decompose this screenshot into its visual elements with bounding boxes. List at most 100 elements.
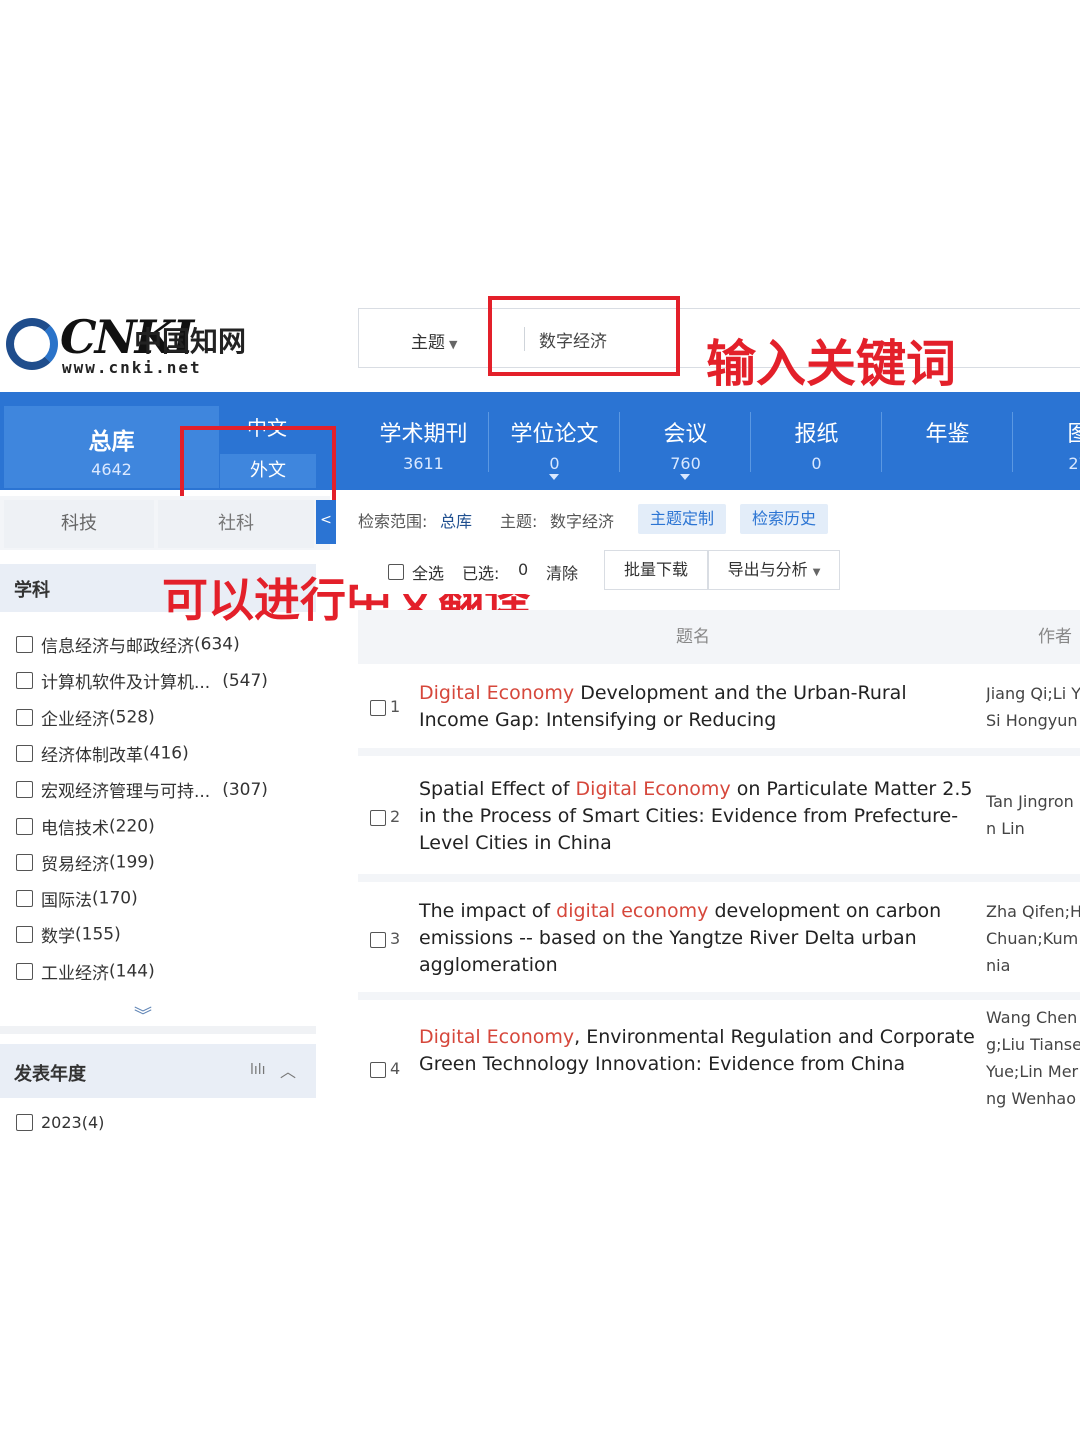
facet-checkbox[interactable] [16,636,33,653]
row-checkbox[interactable] [370,810,386,826]
facet-count: (528) [109,707,155,728]
facet-count: (547) [222,670,268,691]
facet-checkbox[interactable] [16,1114,33,1131]
author-line: Yue;Lin Mer [986,1062,1079,1081]
facet-count: (416) [143,743,189,764]
facet-item[interactable]: 电信技术(220) [16,814,155,844]
clear-button[interactable]: 清除 [546,560,578,584]
globe-icon [6,318,58,370]
nav-tab[interactable]: 报纸 0 [751,392,882,490]
facet-item[interactable]: 国际法(170) [16,886,138,916]
subtab-science[interactable]: 科技 [4,500,154,548]
table-row[interactable]: 2 Spatial Effect of Digital Economy on Pa… [358,748,1080,874]
nav-tab-label: 会议 [663,422,708,447]
caret-down-icon[interactable] [549,474,559,480]
facet-item[interactable]: 计算机软件及计算机... (547) [16,668,268,698]
facet-item[interactable]: 信息经济与邮政经济(634) [16,632,240,662]
select-all-checkbox[interactable] [388,564,404,580]
search-history-button[interactable]: 检索历史 [740,504,829,534]
cnki-logo[interactable]: CNKI 中国知网 www.cnki.net [4,306,254,377]
author-line: Jiang Qi;Li Y [986,684,1080,703]
facet-checkbox[interactable] [16,708,33,726]
facet-checkbox[interactable] [16,890,33,908]
facet-checkbox[interactable] [16,926,33,944]
nav-tab[interactable]: 学术期刊 3611 [358,392,489,490]
scope-range-value: 总库 [440,512,473,531]
facet-item[interactable]: 企业经济(528) [16,705,155,735]
row-checkbox[interactable] [370,1062,386,1078]
nav-tab-count: 0 [811,454,822,473]
search-field-select[interactable]: 主题 ▼ [411,328,457,353]
search-field-label: 主题 [411,333,445,353]
nav-tab[interactable]: 图 27 [1013,392,1080,490]
facet-count: (634) [194,634,240,655]
author-line: Chuan;Kum [986,929,1079,948]
facet-checkbox[interactable] [16,817,33,835]
expand-more-icon[interactable]: ︾ [134,1002,152,1028]
author-line: Wang Chen [986,1008,1078,1027]
facet-checkbox[interactable] [16,672,33,690]
facet-label: 2023 [41,1113,82,1132]
table-row[interactable]: 1 Digital Economy Development and the Urb… [358,656,1080,748]
facet-item[interactable]: 数学(155) [16,922,121,952]
result-title-link[interactable]: The impact of digital economy developmen… [419,898,979,979]
facet-label: 信息经济与邮政经济 [41,637,194,657]
batch-download-button[interactable]: 批量下载 [604,550,708,590]
nav-tab-label: 图 [1067,422,1080,447]
column-author[interactable]: 作者 [1038,622,1072,647]
result-author[interactable]: Tan Jingron n Lin [986,788,1080,842]
row-checkbox[interactable] [370,932,386,948]
select-all-label[interactable]: 全选 [412,560,444,584]
result-title-link[interactable]: Digital Economy Development and the Urba… [419,680,979,734]
facet-item[interactable]: 宏观经济管理与可持... (307) [16,777,268,807]
caret-down-icon[interactable] [680,474,690,480]
facet-item[interactable]: 2023(4) [16,1112,104,1142]
title-text: Spatial Effect of [419,778,576,800]
nav-tab-label: 报纸 [794,422,839,447]
result-title-link[interactable]: Digital Economy, Environmental Regulatio… [419,1024,979,1078]
facet-checkbox[interactable] [16,781,33,799]
author-line: Zha Qifen;H [986,902,1080,921]
author-line: g;Liu Tianse [986,1035,1080,1054]
facet-checkbox[interactable] [16,853,33,871]
facet-checkbox[interactable] [16,962,33,980]
collapse-toggle[interactable]: < [316,500,336,544]
subtab-social[interactable]: 社科 [158,500,314,548]
nav-tab[interactable]: 会议 760 [620,392,751,490]
author-line: ng Wenhao [986,1089,1076,1108]
facet-count: (220) [109,816,155,836]
table-row[interactable]: 3 The impact of digital economy developme… [358,874,1080,992]
topic-custom-button[interactable]: 主题定制 [638,504,727,534]
logo-url: www.cnki.net [62,358,202,377]
result-author[interactable]: Wang Chen g;Liu Tianse Yue;Lin Mer ng Wenha… [986,1004,1080,1112]
facet-year-header[interactable]: 发表年度 lılı ︿ [0,1044,316,1098]
result-author[interactable]: Zha Qifen;H Chuan;Kum nia [986,898,1080,979]
column-title[interactable]: 题名 [676,622,710,647]
row-checkbox[interactable] [370,700,386,716]
nav-tab[interactable]: 学位论文 0 [489,392,620,490]
facet-item[interactable]: 经济体制改革(416) [16,741,189,771]
nav-tab-label: 学术期刊 [379,422,468,447]
result-title-link[interactable]: Spatial Effect of Digital Economy on Par… [419,776,979,857]
row-index: 1 [390,697,401,716]
chart-icon[interactable]: lılı [250,1062,266,1078]
selected-count: 0 [518,560,529,579]
facet-label: 企业经济 [41,709,109,730]
result-author[interactable]: Jiang Qi;Li Y Si Hongyun [986,680,1080,734]
results-toolbar: 全选 已选: 0 清除 批量下载 导出与分析 ▼ [358,548,1080,594]
subject-subtabs: 科技 社科 < [0,496,336,550]
facet-item[interactable]: 工业经济(144) [16,959,155,989]
facet-checkbox[interactable] [16,744,33,762]
facet-count: (155) [75,924,121,945]
keyword-highlight: Digital Economy [419,1026,575,1048]
export-analysis-button[interactable]: 导出与分析 ▼ [708,550,840,590]
keyword-highlight: digital economy [556,900,709,922]
facet-count: (170) [92,888,138,909]
facet-item[interactable]: 贸易经济(199) [16,850,155,880]
collapse-icon[interactable]: ︿ [280,1058,296,1082]
annotation-box-keyword [488,296,680,376]
facet-count: (307) [222,779,268,800]
facet-label: 国际法 [41,891,92,912]
nav-tab[interactable]: 年鉴 [882,392,1013,490]
table-row[interactable]: 4 Digital Economy, Environmental Regulati… [358,992,1080,1142]
